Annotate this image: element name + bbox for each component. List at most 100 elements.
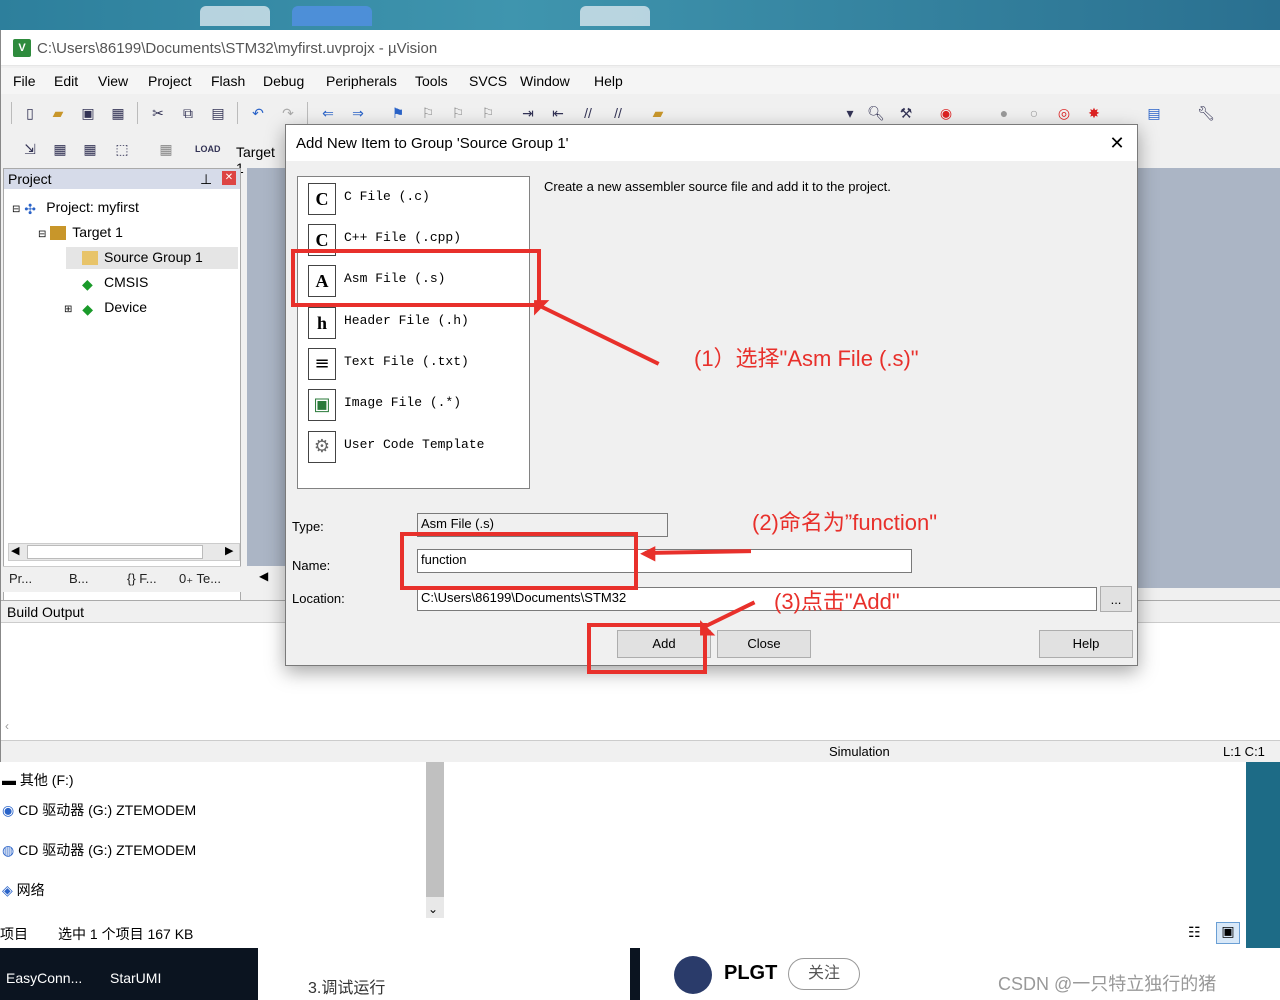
redo-icon[interactable]: ↷ (279, 104, 297, 122)
drive-item-f[interactable]: ▬ 其他 (F:) (2, 770, 74, 790)
tab-functions[interactable]: {} F... (127, 571, 157, 586)
author-name[interactable]: PLGT (724, 962, 777, 985)
collapse-icon[interactable]: ⊟ (12, 204, 20, 215)
close-button[interactable]: Close (717, 630, 811, 658)
browse-button[interactable]: ... (1100, 586, 1132, 612)
disable-breakpoints-icon[interactable]: ◎ (1055, 104, 1073, 122)
open-folder-icon[interactable]: ▰ (49, 104, 67, 122)
collapse-icon[interactable]: ⊟ (38, 229, 46, 240)
file-type-text[interactable]: ≡ Text File (.txt) (304, 344, 526, 382)
file-type-image[interactable]: ▣ Image File (.*) (304, 385, 526, 423)
scroll-right-icon[interactable]: ▶ (225, 544, 233, 557)
indent-icon[interactable]: ⇥ (519, 104, 537, 122)
breakpoint-disabled-icon[interactable]: ○ (1025, 104, 1043, 122)
thumbnail-view-icon[interactable]: ▣ (1216, 922, 1240, 944)
scroll-left-icon[interactable]: ◀ (11, 544, 19, 557)
scroll-thumb[interactable] (426, 762, 444, 897)
uncomment-icon[interactable]: // (609, 104, 627, 122)
cd-drive-icon: ◍ (2, 842, 15, 858)
scroll-down-icon[interactable]: ⌄ (428, 902, 438, 916)
breakpoint-icon[interactable]: ● (995, 104, 1013, 122)
menu-view[interactable]: View (98, 73, 128, 89)
expand-icon[interactable]: ⊞ (64, 304, 72, 315)
tree-item-target[interactable]: ⊟ Target 1 (38, 224, 123, 241)
window-layout-icon[interactable]: ▤ (1145, 104, 1163, 122)
editor-scroll-left-icon[interactable]: ◀ (247, 566, 287, 588)
tree-item-device[interactable]: ⊞ ◆ Device (64, 299, 147, 318)
taskbar-app-staruml[interactable]: StarUMI (110, 970, 161, 986)
build-icon[interactable]: ▦ (51, 140, 69, 158)
tab-project[interactable]: Pr... (9, 571, 32, 586)
location-label: Location: (292, 591, 345, 606)
network-icon: ◈ (2, 882, 13, 898)
drive-item-g[interactable]: ◉ CD 驱动器 (G:) ZTEMODEM (2, 800, 196, 820)
location-input[interactable]: C:\Users\86199\Documents\STM32 (417, 587, 1097, 611)
horizontal-scrollbar[interactable]: ◀ ▶ (8, 543, 240, 561)
nav-forward-icon[interactable]: ⇒ (349, 104, 367, 122)
paste-icon[interactable]: ▤ (209, 104, 227, 122)
scroll-left-icon[interactable]: ‹ (5, 719, 9, 733)
browser-tab-active[interactable] (292, 6, 372, 26)
clear-bookmarks-icon[interactable]: ⚐ (479, 104, 497, 122)
bookmark-icon[interactable]: ⚑ (389, 104, 407, 122)
find-in-files-icon[interactable]: ▰ (649, 104, 667, 122)
author-bar: PLGT 关注 CSDN @一只特立独行的猪 (640, 948, 1280, 1000)
pin-icon[interactable]: ⊥ (200, 169, 212, 189)
tab-books[interactable]: B... (69, 571, 89, 586)
tree-label: Source Group 1 (104, 249, 203, 265)
save-icon[interactable]: ▣ (79, 104, 97, 122)
undo-icon[interactable]: ↶ (249, 104, 267, 122)
menu-window[interactable]: Window (520, 73, 570, 89)
kill-breakpoints-icon[interactable]: ✸ (1085, 104, 1103, 122)
file-type-header[interactable]: h Header File (.h) (304, 303, 526, 341)
comment-icon[interactable]: // (579, 104, 597, 122)
prev-bookmark-icon[interactable]: ⚐ (419, 104, 437, 122)
menu-flash[interactable]: Flash (211, 73, 245, 89)
help-button[interactable]: Help (1039, 630, 1133, 658)
follow-button[interactable]: 关注 (788, 958, 860, 990)
tree-item-source-group[interactable]: Source Group 1 (66, 247, 238, 269)
batch-build-icon[interactable]: ⬚ (113, 140, 131, 158)
find-icon[interactable]: 🔍︎ (867, 104, 885, 122)
file-type-user-template[interactable]: ⚙ User Code Template (304, 427, 526, 465)
taskbar-app-easyconnect[interactable]: EasyConn... (6, 970, 82, 986)
tab-templates[interactable]: 0₊ Te... (179, 571, 221, 587)
network-item[interactable]: ◈ 网络 (2, 880, 45, 900)
scroll-thumb[interactable] (27, 545, 203, 559)
close-panel-icon[interactable]: ✕ (222, 171, 236, 185)
next-bookmark-icon[interactable]: ⚐ (449, 104, 467, 122)
drive-item-g[interactable]: ◍ CD 驱动器 (G:) ZTEMODEM (2, 840, 196, 860)
save-all-icon[interactable]: ▦ (109, 104, 127, 122)
configure-icon[interactable]: 🔧︎ (1197, 104, 1215, 122)
tree-item-project[interactable]: ⊟ ✣ Project: myfirst (12, 199, 139, 217)
browser-tab[interactable] (200, 6, 270, 26)
menu-tools[interactable]: Tools (415, 73, 448, 89)
menu-project[interactable]: Project (148, 73, 192, 89)
dropdown-icon[interactable]: ▾ (841, 104, 859, 122)
menu-debug[interactable]: Debug (263, 73, 304, 89)
load-icon[interactable]: LOAD (195, 140, 221, 158)
menu-file[interactable]: File (13, 73, 36, 89)
menu-peripherals[interactable]: Peripherals (326, 73, 397, 89)
menu-help[interactable]: Help (594, 73, 623, 89)
browser-tab[interactable] (580, 6, 650, 26)
tree-item-cmsis[interactable]: ◆ CMSIS (82, 274, 148, 292)
cut-icon[interactable]: ✂ (149, 104, 167, 122)
file-type-label: C++ File (.cpp) (344, 230, 462, 245)
menu-edit[interactable]: Edit (54, 73, 78, 89)
author-avatar[interactable] (674, 956, 712, 994)
copy-icon[interactable]: ⧉ (179, 104, 197, 122)
translate-icon[interactable]: ⇲ (21, 140, 39, 158)
stop-build-icon[interactable]: ▦ (157, 140, 175, 158)
new-file-icon[interactable]: ▯ (21, 104, 39, 122)
rebuild-icon[interactable]: ▦ (81, 140, 99, 158)
debug-session-icon[interactable]: ◉ (937, 104, 955, 122)
file-type-c[interactable]: C C File (.c) (304, 179, 526, 217)
menu-svcs[interactable]: SVCS (469, 73, 507, 89)
dialog-close-icon[interactable]: ✕ (1104, 131, 1130, 155)
incremental-find-icon[interactable]: ⚒ (897, 104, 915, 122)
unindent-icon[interactable]: ⇤ (549, 104, 567, 122)
component-icon: ◆ (82, 301, 94, 318)
nav-back-icon[interactable]: ⇐ (319, 104, 337, 122)
details-view-icon[interactable]: ☷ (1188, 924, 1201, 941)
